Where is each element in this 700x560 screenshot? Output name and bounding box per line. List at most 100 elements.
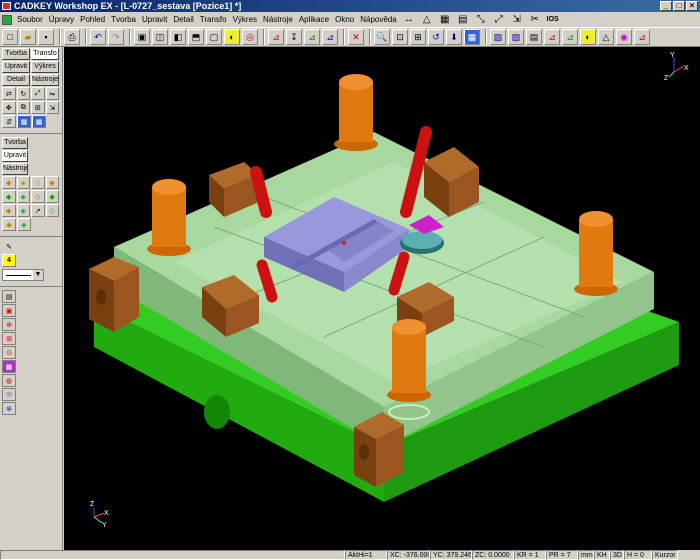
axis-green-icon[interactable]: ⊿	[562, 29, 578, 45]
axis-color-icon[interactable]: ⊿	[304, 29, 320, 45]
grid-snap-icon[interactable]: ▤	[456, 14, 470, 26]
rotate-icon[interactable]: ↻	[16, 87, 30, 100]
highlight-alt-icon[interactable]: ◐	[580, 29, 596, 45]
boolean-icon[interactable]: ◇	[31, 190, 45, 203]
edit-solid-icon[interactable]: ◆	[2, 176, 16, 189]
fillet-icon[interactable]: ◆	[2, 190, 16, 203]
transform-icon[interactable]: ⤡	[474, 14, 488, 26]
chevron-down-icon[interactable]: ▼	[33, 270, 43, 280]
tab2-upravit[interactable]: Upravit	[2, 150, 28, 162]
render-alt-icon[interactable]: ▨	[508, 29, 524, 45]
render-icon[interactable]: ▧	[490, 29, 506, 45]
menu-soubor[interactable]: Soubor	[14, 15, 46, 24]
line-style-dropdown[interactable]: ▼	[2, 269, 44, 281]
camera-icon[interactable]: ⊚	[2, 402, 16, 415]
edit-face-icon[interactable]: ◈	[16, 176, 30, 189]
triangle-icon[interactable]: △	[420, 14, 434, 26]
view-front-icon[interactable]: ▣	[134, 29, 150, 45]
move-icon[interactable]: ✥	[2, 101, 16, 114]
copy-icon[interactable]: ⧉	[16, 101, 30, 114]
scale-icon[interactable]: ⇲	[510, 14, 524, 26]
thicken-icon[interactable]: ◆	[2, 218, 16, 231]
menu-pohled[interactable]: Pohled	[77, 15, 108, 24]
transform-alt-icon[interactable]: ⤢	[492, 14, 506, 26]
axis-icon[interactable]: ⊿	[268, 29, 284, 45]
array-icon[interactable]: ⊞	[31, 101, 45, 114]
tab-vykres[interactable]: Výkres	[31, 61, 59, 73]
layers-icon[interactable]: ▦	[464, 29, 480, 45]
snap-icon[interactable]: ▦	[17, 115, 31, 128]
print-icon[interactable]: ⎙	[64, 29, 80, 45]
view-iso-icon[interactable]: ⬒	[188, 29, 204, 45]
edit-blend-icon[interactable]: ◆	[45, 176, 59, 189]
maximize-button[interactable]: □	[673, 1, 685, 11]
menu-upravy[interactable]: Úpravy	[46, 15, 77, 24]
scale-tool-icon[interactable]: ⤢	[31, 87, 45, 100]
document-icon[interactable]	[2, 14, 12, 25]
trim-icon[interactable]: ✂	[528, 14, 542, 26]
close-button[interactable]: ×	[686, 1, 698, 11]
view-side-icon[interactable]: ◧	[170, 29, 186, 45]
menu-transfo[interactable]: Transfo	[197, 15, 230, 24]
render-wire-icon[interactable]: ⊕	[2, 318, 16, 331]
render-shade-icon[interactable]: ▦	[2, 360, 16, 373]
pen-icon[interactable]: ✎	[2, 240, 16, 253]
open-folder-icon[interactable]: ▰	[20, 29, 36, 45]
axis-end-icon[interactable]: ⊿	[634, 29, 650, 45]
menu-nastroje[interactable]: Nástroje	[260, 15, 296, 24]
view-top-icon[interactable]: ◫	[152, 29, 168, 45]
highlight-icon[interactable]: ◐	[224, 29, 240, 45]
shell-icon[interactable]: ◈	[16, 204, 30, 217]
layer-number-icon[interactable]: 4	[2, 254, 16, 267]
light-icon[interactable]: ☉	[2, 388, 16, 401]
offset-icon[interactable]: ⇲	[45, 101, 59, 114]
stitch-icon[interactable]: ◇	[45, 204, 59, 217]
menu-aplikace[interactable]: Aplikace	[296, 15, 332, 24]
color-wheel-icon[interactable]: ◉	[616, 29, 632, 45]
zoom-down-icon[interactable]: ⬇	[446, 29, 462, 45]
arrows-horizontal-icon[interactable]: ↔	[402, 14, 416, 26]
menu-detail[interactable]: Detail	[170, 15, 196, 24]
display-mode-icon[interactable]: ▤	[2, 290, 16, 303]
mirror-icon[interactable]: ⇋	[45, 87, 59, 100]
menu-tvorba[interactable]: Tvorba	[108, 15, 139, 24]
shade-icon[interactable]: ◎	[242, 29, 258, 45]
zoom-icon[interactable]: 🔍	[374, 29, 390, 45]
menu-vykres[interactable]: Výkres	[230, 15, 260, 24]
render-hidden-icon[interactable]: ⊙	[2, 346, 16, 359]
delete-icon[interactable]: ✕	[348, 29, 364, 45]
chamfer-icon[interactable]: ◈	[16, 190, 30, 203]
split-icon[interactable]: ◆	[45, 190, 59, 203]
menu-okno[interactable]: Okno	[332, 15, 357, 24]
triangle-tool-icon[interactable]: △	[598, 29, 614, 45]
render-edges-icon[interactable]: ◍	[2, 374, 16, 387]
render-section-icon[interactable]: ⊞	[2, 332, 16, 345]
tab2-nastroje[interactable]: Nástroje	[2, 163, 28, 175]
layer-icon[interactable]: ▤	[526, 29, 542, 45]
move-down-icon[interactable]: ↧	[286, 29, 302, 45]
axis-alt-icon[interactable]: ⊿	[322, 29, 338, 45]
axis-red-icon[interactable]: ⊿	[544, 29, 560, 45]
new-file-icon[interactable]: □	[2, 29, 18, 45]
save-icon[interactable]: ▪	[38, 29, 54, 45]
tab-transfo[interactable]: Transfo	[31, 48, 59, 60]
replace-face-icon[interactable]: ◈	[17, 218, 31, 231]
redo-icon[interactable]: ↷	[108, 29, 124, 45]
zoom-all-icon[interactable]: ⊞	[410, 29, 426, 45]
draft-icon[interactable]: ◆	[2, 204, 16, 217]
translate-icon[interactable]: ⇄	[2, 87, 16, 100]
align-icon[interactable]: ⇵	[2, 115, 16, 128]
zoom-back-icon[interactable]: ↺	[428, 29, 444, 45]
minimize-button[interactable]: _	[660, 1, 672, 11]
view-box-icon[interactable]: ▢	[206, 29, 222, 45]
grid-icon[interactable]: ▦	[438, 14, 452, 26]
tab-nastroje[interactable]: Nástroje	[31, 74, 59, 86]
snap-alt-icon[interactable]: ▦	[32, 115, 46, 128]
ios-icon[interactable]: IOS	[546, 14, 560, 26]
zoom-window-icon[interactable]: ⊡	[392, 29, 408, 45]
tab-tvorba[interactable]: Tvorba	[2, 48, 30, 60]
tab-upravit[interactable]: Upravit	[2, 61, 30, 73]
undo-icon[interactable]: ↶	[90, 29, 106, 45]
edit-shell-icon[interactable]: ◇	[31, 176, 45, 189]
menu-napoveda[interactable]: Nápověda	[357, 15, 399, 24]
